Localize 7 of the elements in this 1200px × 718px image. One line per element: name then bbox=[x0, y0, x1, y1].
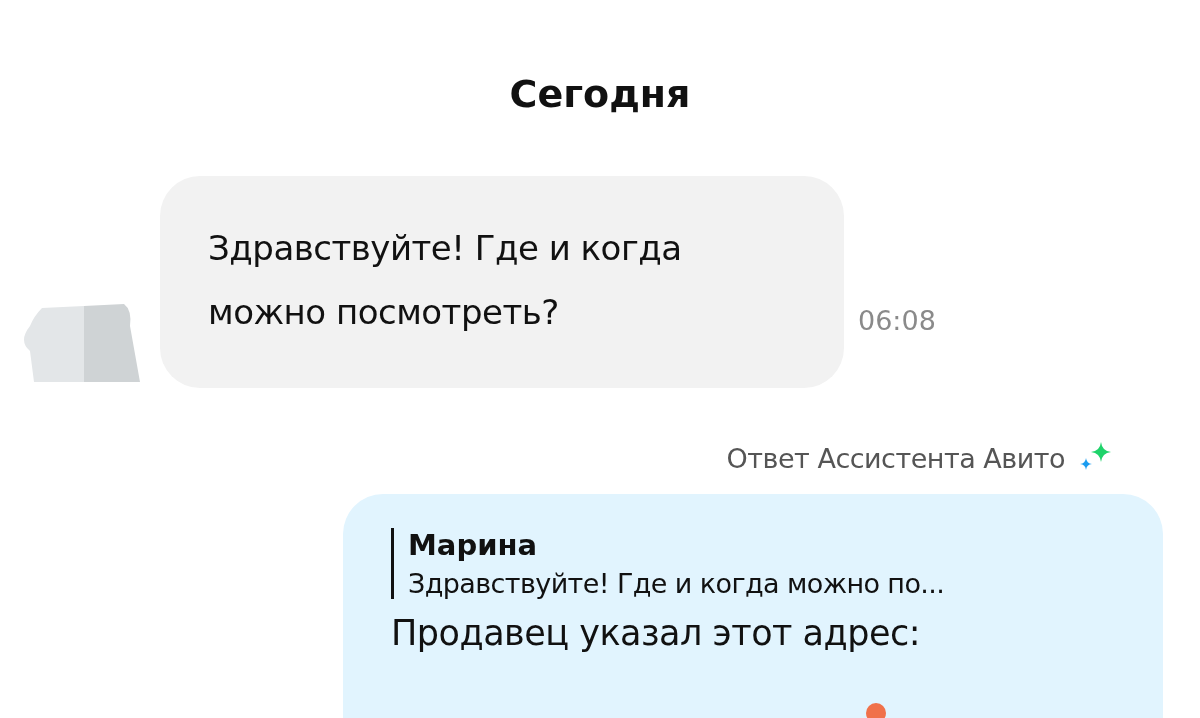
message-text: Продавец указал этот адрес: bbox=[391, 613, 922, 653]
quote-text: Здравствуйте! Где и когда можно по... bbox=[408, 568, 946, 599]
quote-author: Марина bbox=[408, 528, 539, 562]
assistant-label: Ответ Ассистента Авито bbox=[726, 442, 1065, 474]
message-time: 06:08 bbox=[858, 305, 936, 336]
message-bubble: Здравствуйте! Где и когда можно посмотреть? bbox=[160, 176, 844, 388]
date-header: Сегодня bbox=[509, 72, 691, 116]
